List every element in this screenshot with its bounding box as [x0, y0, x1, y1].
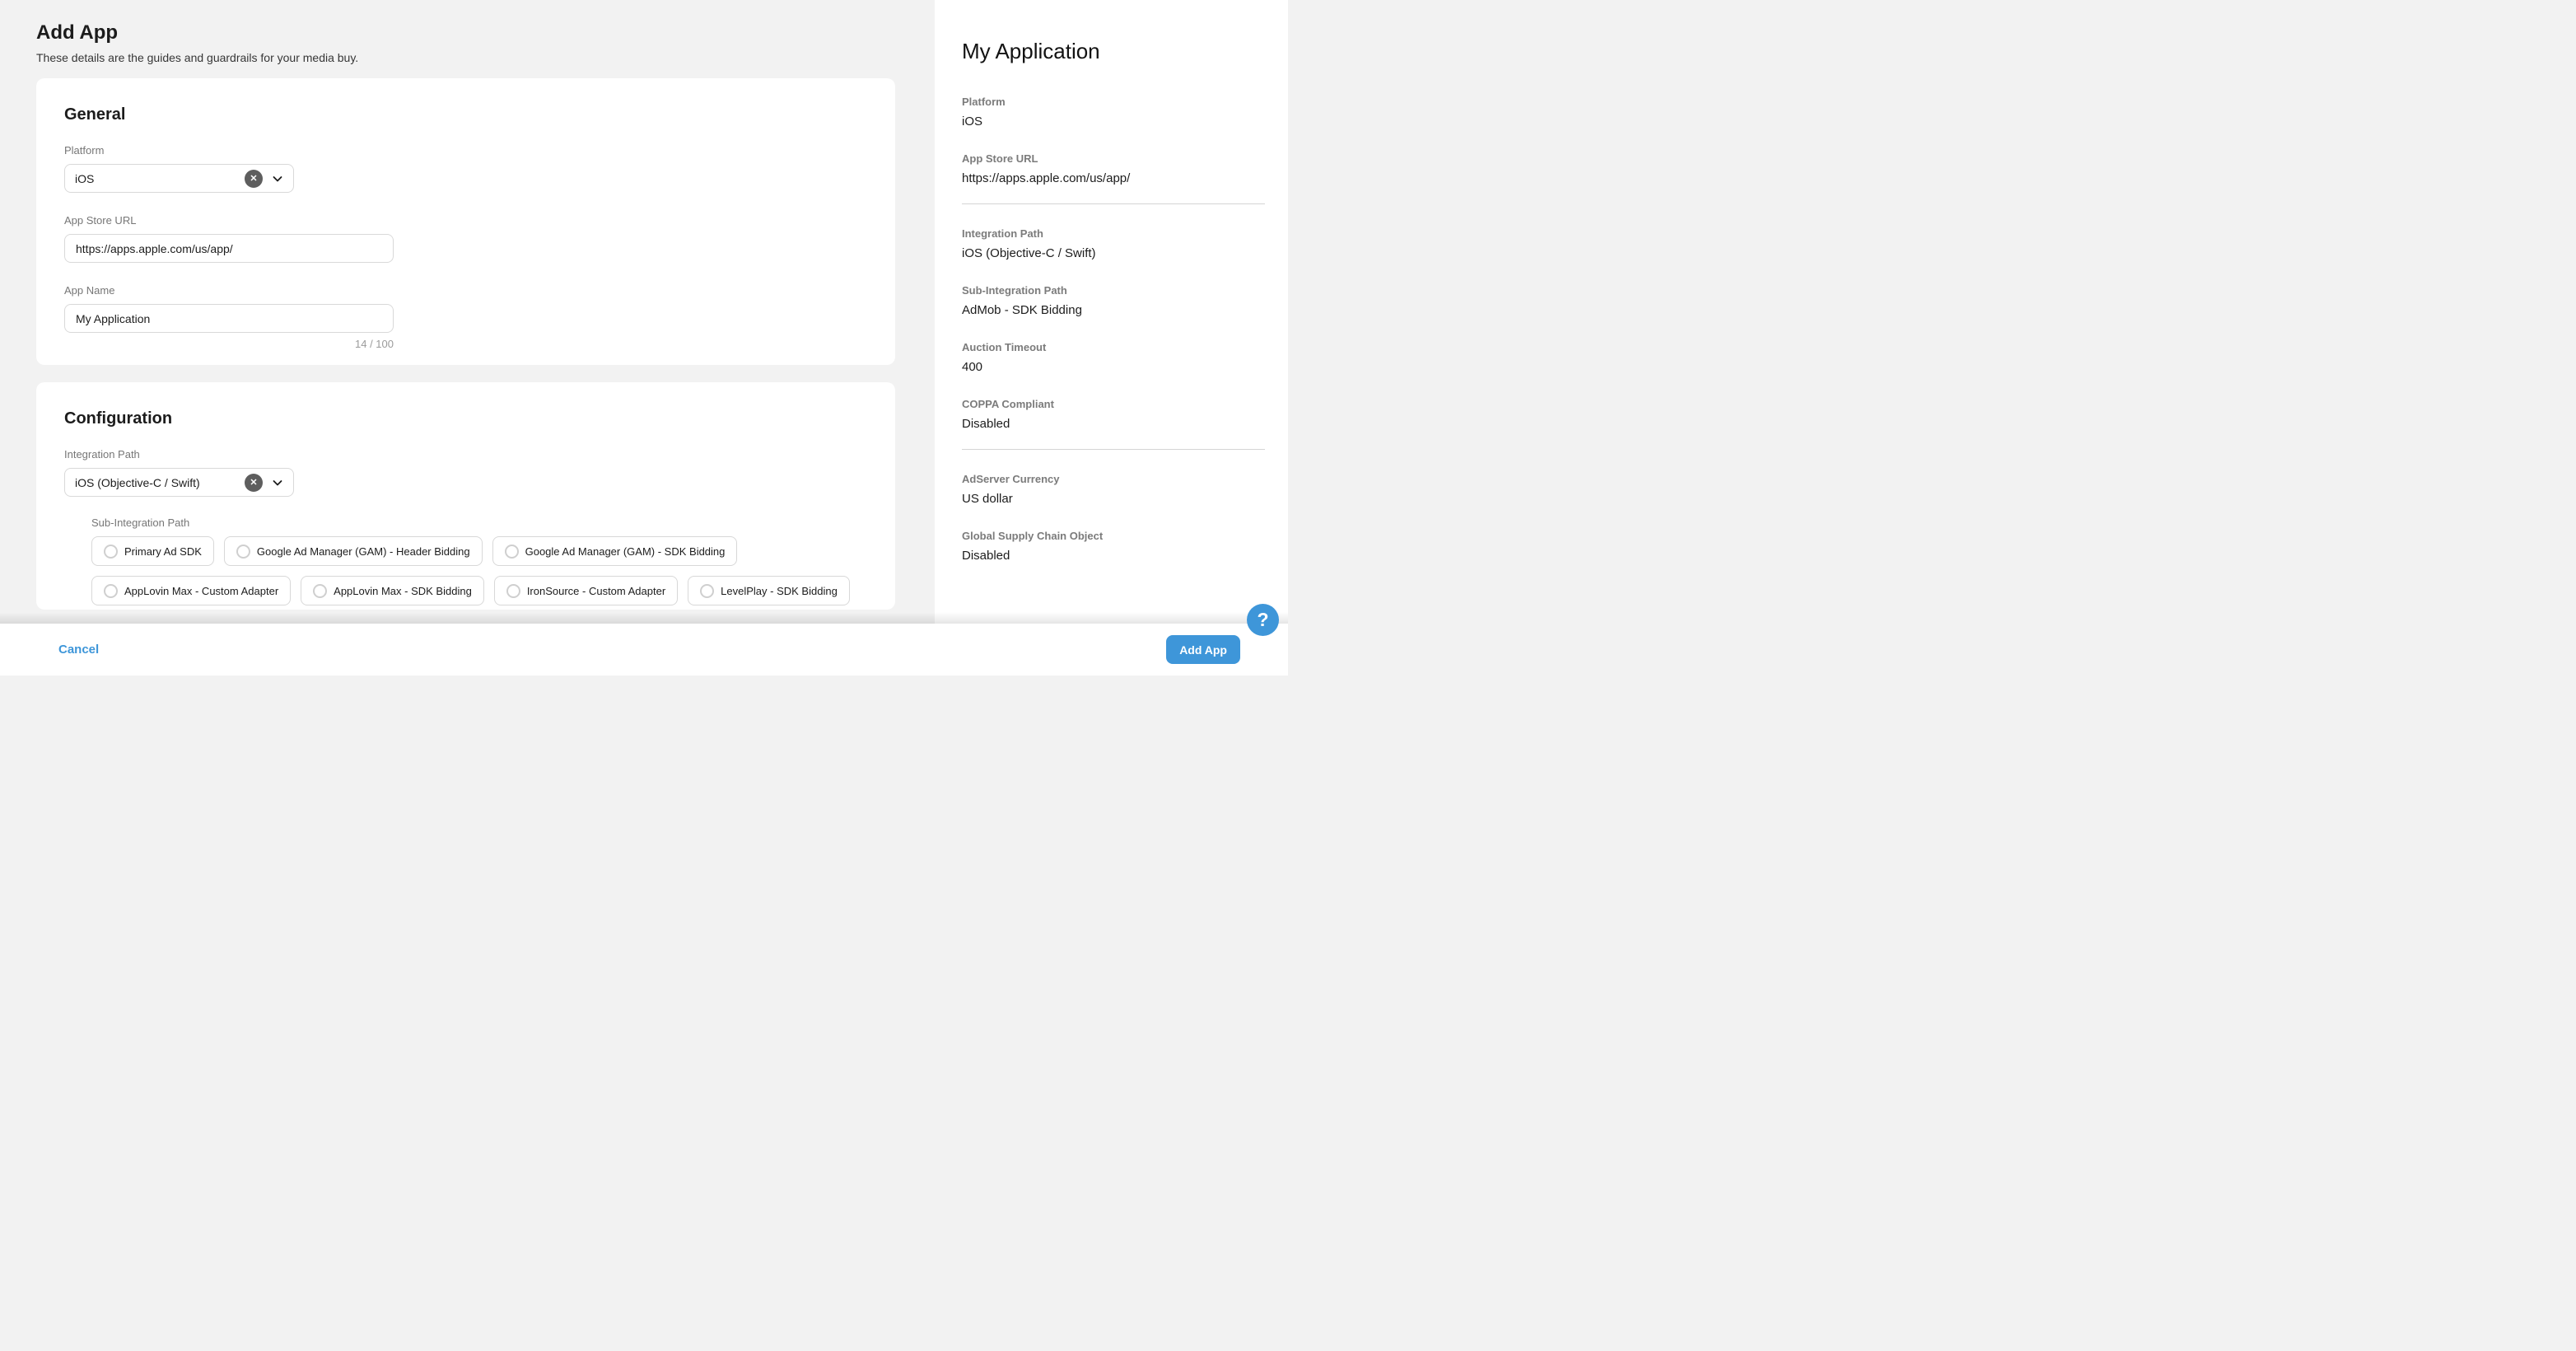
- main-content: Add App These details are the guides and…: [0, 0, 935, 624]
- platform-label: Platform: [64, 144, 867, 157]
- radio-icon: [700, 584, 714, 598]
- summary-divider: [962, 449, 1265, 450]
- app-store-url-input[interactable]: [64, 234, 394, 263]
- option-label: Google Ad Manager (GAM) - Header Bidding: [257, 545, 470, 558]
- app-store-url-label: App Store URL: [64, 214, 867, 227]
- footer-bar: Cancel Add App: [0, 624, 1288, 676]
- radio-icon: [313, 584, 327, 598]
- configuration-heading: Configuration: [64, 409, 867, 428]
- summary-adserver-currency-label: AdServer Currency: [962, 473, 1265, 486]
- sub-integration-option-applovin-custom-adapter[interactable]: AppLovin Max - Custom Adapter: [91, 576, 291, 605]
- sub-integration-option-levelplay-sdk-bidding[interactable]: LevelPlay - SDK Bidding: [688, 576, 850, 605]
- platform-field: Platform iOS ✕: [64, 144, 867, 193]
- clear-icon[interactable]: ✕: [245, 474, 263, 492]
- platform-select[interactable]: iOS ✕: [64, 164, 294, 193]
- summary-adserver-currency-value: US dollar: [962, 491, 1265, 507]
- general-heading: General: [64, 105, 867, 124]
- integration-path-select[interactable]: iOS (Objective-C / Swift) ✕: [64, 468, 294, 497]
- radio-icon: [104, 545, 118, 559]
- summary-platform-label: Platform: [962, 96, 1265, 109]
- summary-platform-value: iOS: [962, 114, 1265, 129]
- sub-integration-option-primary-ad-sdk[interactable]: Primary Ad SDK: [91, 536, 214, 566]
- summary-sub-integration-path-label: Sub-Integration Path: [962, 284, 1265, 297]
- integration-path-label: Integration Path: [64, 448, 867, 461]
- summary-integration-path-label: Integration Path: [962, 227, 1265, 241]
- char-counter: 14 / 100: [64, 338, 394, 350]
- sub-integration-label: Sub-Integration Path: [91, 517, 867, 530]
- app-name-field: App Name 14 / 100: [64, 284, 867, 350]
- summary-integration-path-value: iOS (Objective-C / Swift): [962, 245, 1265, 261]
- summary-coppa-label: COPPA Compliant: [962, 398, 1265, 411]
- clear-icon[interactable]: ✕: [245, 170, 263, 188]
- general-card: General Platform iOS ✕ App Store URL App…: [36, 78, 895, 365]
- integration-path-field: Integration Path iOS (Objective-C / Swif…: [64, 448, 867, 497]
- radio-icon: [104, 584, 118, 598]
- help-button[interactable]: ?: [1247, 604, 1279, 636]
- integration-path-select-value: iOS (Objective-C / Swift): [75, 476, 245, 489]
- option-label: AppLovin Max - SDK Bidding: [334, 585, 472, 597]
- app-name-label: App Name: [64, 284, 867, 297]
- radio-icon: [506, 584, 520, 598]
- app-name-input[interactable]: [64, 304, 394, 333]
- summary-app-store-url-label: App Store URL: [962, 152, 1265, 166]
- summary-auction-timeout-value: 400: [962, 359, 1265, 375]
- page-title: Add App: [36, 20, 935, 46]
- sub-integration-option-gam-header-bidding[interactable]: Google Ad Manager (GAM) - Header Bidding: [224, 536, 483, 566]
- radio-icon: [505, 545, 519, 559]
- configuration-card: Configuration Integration Path iOS (Obje…: [36, 382, 895, 610]
- summary-auction-timeout-label: Auction Timeout: [962, 341, 1265, 354]
- cancel-button[interactable]: Cancel: [58, 643, 99, 657]
- page-subtitle: These details are the guides and guardra…: [36, 50, 935, 66]
- sub-integration-group: Sub-Integration Path Primary Ad SDK Goog…: [91, 517, 867, 605]
- option-label: LevelPlay - SDK Bidding: [721, 585, 838, 597]
- summary-app-store-url-value: https://apps.apple.com/us/app/: [962, 171, 1265, 186]
- add-app-page: Add App These details are the guides and…: [0, 0, 1288, 676]
- chevron-down-icon: [272, 173, 283, 185]
- option-label: Google Ad Manager (GAM) - SDK Bidding: [525, 545, 726, 558]
- summary-sidebar: My Application Platform iOS App Store UR…: [935, 0, 1288, 624]
- summary-gsco-label: Global Supply Chain Object: [962, 530, 1265, 543]
- app-store-url-field: App Store URL: [64, 214, 867, 263]
- summary-sub-integration-path-value: AdMob - SDK Bidding: [962, 302, 1265, 318]
- summary-title: My Application: [962, 38, 1265, 64]
- chevron-down-icon: [272, 477, 283, 489]
- summary-divider: [962, 203, 1265, 204]
- radio-icon: [236, 545, 250, 559]
- option-label: Primary Ad SDK: [124, 545, 202, 558]
- option-label: IronSource - Custom Adapter: [527, 585, 665, 597]
- sub-integration-option-gam-sdk-bidding[interactable]: Google Ad Manager (GAM) - SDK Bidding: [492, 536, 738, 566]
- add-app-button[interactable]: Add App: [1166, 635, 1240, 664]
- summary-coppa-value: Disabled: [962, 416, 1265, 432]
- platform-select-value: iOS: [75, 172, 245, 185]
- sub-integration-options: Primary Ad SDK Google Ad Manager (GAM) -…: [91, 536, 867, 605]
- option-label: AppLovin Max - Custom Adapter: [124, 585, 278, 597]
- question-icon: ?: [1257, 609, 1268, 631]
- sub-integration-option-ironsource-custom-adapter[interactable]: IronSource - Custom Adapter: [494, 576, 678, 605]
- sub-integration-option-applovin-sdk-bidding[interactable]: AppLovin Max - SDK Bidding: [301, 576, 484, 605]
- summary-gsco-value: Disabled: [962, 548, 1265, 563]
